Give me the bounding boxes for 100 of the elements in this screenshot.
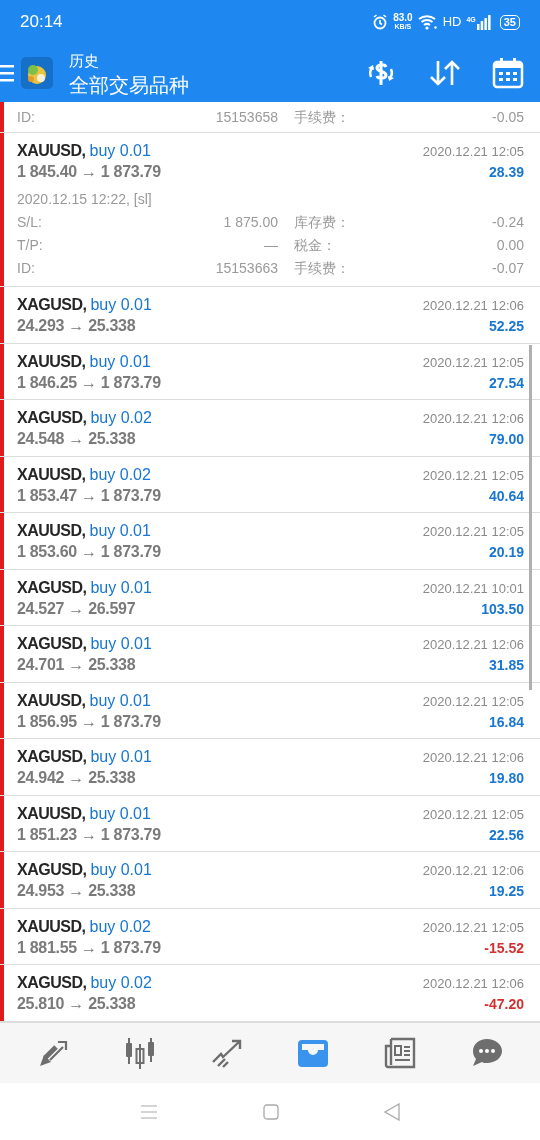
symbol: XAGUSD, <box>17 577 87 598</box>
detail-label: ID: <box>17 259 36 278</box>
detail-value: — <box>263 236 278 255</box>
clock: 20:14 <box>20 11 63 34</box>
order-side: buy 0.01 <box>89 690 151 711</box>
profit: -15.52 <box>484 938 524 958</box>
close-time: 2020.12.21 12:06 <box>422 410 524 428</box>
trade-row[interactable]: XAGUSD, buy 0.01 2020.12.21 12:06 24.942 → 25.338 19.80 <box>0 739 540 796</box>
detail-label: 税金： <box>294 236 337 255</box>
trade-row[interactable]: XAGUSD, buy 0.02 2020.12.21 12:06 25.810 → 25.338 -47.20 <box>0 965 540 1022</box>
trade-row[interactable]: XAGUSD, buy 0.02 2020.12.21 12:06 24.548 → 25.338 79.00 <box>0 400 540 457</box>
price-change: 24.701 → 25.338 <box>17 655 136 675</box>
order-side: buy 0.01 <box>90 747 152 767</box>
price-change: 25.810 → 25.338 <box>17 994 136 1014</box>
profit: 16.84 <box>488 712 524 732</box>
close-time: 2020.12.21 12:05 <box>422 918 524 937</box>
profit: 22.56 <box>488 825 524 845</box>
candlestick-icon[interactable] <box>123 1036 157 1070</box>
detail-value: 1 875.00 <box>222 213 278 232</box>
trade-row[interactable]: XAUUSD, buy 0.01 2020.12.21 12:05 1 846.25 → 1 873.79 27.54 <box>0 343 540 400</box>
order-side: buy 0.01 <box>90 295 152 315</box>
close-time: 2020.12.21 12:05 <box>422 805 524 824</box>
close-time: 2020.12.21 12:06 <box>422 862 524 880</box>
symbol: XAGUSD, <box>17 408 87 428</box>
screen-title: 历史 <box>69 51 100 71</box>
price-change: 1 881.55 → 1 873.79 <box>17 937 161 958</box>
price-change: 24.942 → 25.338 <box>17 768 136 788</box>
trade-row[interactable]: XAGUSD, buy 0.01 2020.12.21 12:06 24.701 → 25.338 31.85 <box>0 626 540 683</box>
trade-row[interactable]: XAUUSD, buy 0.01 2020.12.21 12:05 1 845.40 → 1 873.79 28.39 2020.12.15 12:22, [sl] S/L: 1 875.00 库存费： -0.24 T/P: — 税金： 0.00 ID: 15153663 手续费： -0.07 <box>0 133 540 287</box>
trade-row[interactable]: XAUUSD, buy 0.01 2020.12.21 12:05 1 851.23 → 1 873.79 22.56 <box>0 795 540 852</box>
symbol: XAGUSD, <box>17 973 87 993</box>
screen-subtitle: 全部交易品种 <box>69 73 189 97</box>
detail-label: T/P: <box>17 236 44 255</box>
symbol: XAUUSD, <box>17 141 86 161</box>
detail-label: S/L: <box>17 213 43 232</box>
price-change: 24.527 → 26.597 <box>17 598 136 619</box>
profit: -47.20 <box>484 995 524 1014</box>
detail-value: 15153658 <box>214 107 278 127</box>
profit: 28.39 <box>488 163 524 182</box>
price-change: 1 846.25 → 1 873.79 <box>17 372 161 393</box>
detail-value: 15153663 <box>214 259 278 278</box>
network-speed: 83.0 <box>393 13 413 22</box>
profit: 19.80 <box>488 769 524 788</box>
order-side: buy 0.01 <box>90 577 152 598</box>
sort-icon[interactable] <box>428 58 462 88</box>
battery-indicator: 35 <box>499 14 520 30</box>
trade-row[interactable]: XAGUSD, buy 0.01 2020.12.21 10:01 24.527 → 26.597 103.50 <box>0 569 540 626</box>
wifi-icon <box>417 14 438 30</box>
back-button-icon[interactable] <box>384 1102 400 1121</box>
profit: 52.25 <box>488 317 524 336</box>
detail-label: 手续费： <box>294 107 350 127</box>
order-side: buy 0.01 <box>89 521 151 541</box>
symbol: XAUUSD, <box>17 351 86 372</box>
close-time: 2020.12.21 12:06 <box>422 297 524 315</box>
menu-icon[interactable] <box>0 64 14 82</box>
trade-row[interactable]: XAUUSD, buy 0.01 2020.12.21 12:05 1 853.60 → 1 873.79 20.19 <box>0 513 540 570</box>
close-time: 2020.12.21 12:06 <box>422 636 524 654</box>
order-side: buy 0.01 <box>89 803 151 824</box>
trade-row[interactable]: XAGUSD, buy 0.01 2020.12.21 12:06 24.293 → 25.338 52.25 <box>0 287 540 344</box>
calendar-icon[interactable] <box>492 57 524 89</box>
close-time: 2020.12.21 12:05 <box>422 523 524 541</box>
close-time: 2020.12.21 12:06 <box>422 749 524 767</box>
symbol: XAGUSD, <box>17 295 87 315</box>
price-change: 1 851.23 → 1 873.79 <box>17 824 161 845</box>
order-side: buy 0.02 <box>90 408 152 428</box>
symbol: XAUUSD, <box>17 916 86 937</box>
symbol: XAGUSD, <box>17 634 87 654</box>
symbol: XAUUSD, <box>17 803 86 824</box>
price-change: 24.293 → 25.338 <box>17 316 136 336</box>
trade-row[interactable]: XAUUSD, buy 0.01 2020.12.21 12:05 1 856.95 → 1 873.79 16.84 <box>0 682 540 739</box>
order-side: buy 0.02 <box>89 464 151 485</box>
detail-label: 库存费： <box>294 213 350 232</box>
detail-value: 0.00 <box>495 236 524 255</box>
close-time: 2020.12.21 12:06 <box>422 975 524 993</box>
trade-row[interactable]: XAGUSD, buy 0.01 2020.12.21 12:06 24.953 → 25.338 19.25 <box>0 852 540 909</box>
price-change: 1 853.47 → 1 873.79 <box>17 485 161 506</box>
home-button-icon[interactable] <box>263 1103 279 1120</box>
profit: 40.64 <box>488 486 524 506</box>
detail-label: ID: <box>17 107 36 127</box>
profit: 27.54 <box>488 373 524 393</box>
trade-row[interactable]: XAUUSD, buy 0.02 2020.12.21 12:05 1 881.55 → 1 873.79 -15.52 <box>0 908 540 965</box>
hd-indicator: HD <box>442 13 462 32</box>
profit: 19.25 <box>488 882 524 901</box>
detail-label: 手续费： <box>294 259 350 278</box>
close-time: 2020.12.21 12:05 <box>422 143 524 161</box>
order-side: buy 0.02 <box>89 916 151 937</box>
price-change: 24.548 → 25.338 <box>17 429 136 449</box>
symbol: XAGUSD, <box>17 747 87 767</box>
profit: 79.00 <box>488 430 524 449</box>
detail-value: -0.07 <box>491 259 524 278</box>
detail-value: -0.24 <box>491 213 524 232</box>
order-side: buy 0.01 <box>90 860 152 880</box>
alarm-icon <box>372 14 389 30</box>
price-change: 24.953 → 25.338 <box>17 881 136 901</box>
trade-row[interactable]: XAUUSD, buy 0.02 2020.12.21 12:05 1 853.47 → 1 873.79 40.64 <box>0 456 540 513</box>
order-side: buy 0.01 <box>89 351 151 372</box>
symbol: XAUUSD, <box>17 690 86 711</box>
symbol: XAGUSD, <box>17 860 87 880</box>
signal-icon <box>476 14 491 30</box>
newspaper-icon[interactable] <box>382 1036 417 1070</box>
